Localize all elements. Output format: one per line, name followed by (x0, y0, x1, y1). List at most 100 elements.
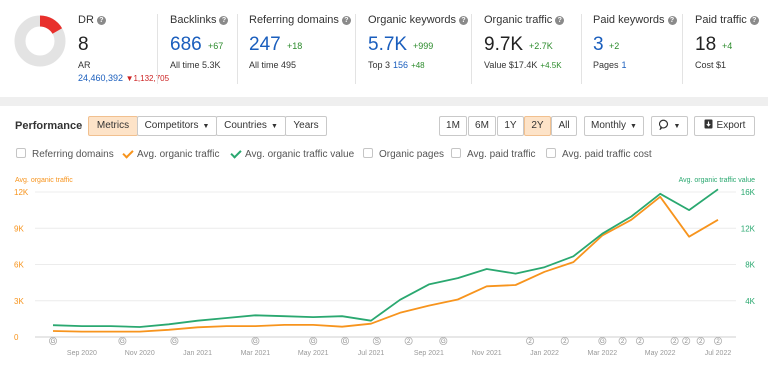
referring-domains-sub-value: 495 (281, 60, 297, 70)
annotation-marker: G (118, 336, 127, 345)
backlinks-sub-value: 5.3K (202, 60, 221, 70)
metric-referring-domains[interactable]: Referring domains? 247 +18 All time 495 (249, 14, 351, 70)
paid-keywords-title: Paid keywords (593, 14, 665, 26)
pages-label: Pages (593, 60, 619, 70)
metric-paid-traffic[interactable]: Paid traffic? 18 +4 Cost $1 (695, 14, 759, 70)
referring-domains-sub-label: All time (249, 60, 279, 70)
x-tick-label: May 2021 (298, 350, 329, 357)
pages-value: 1 (621, 60, 627, 70)
organic-traffic-delta: +2.7K (529, 41, 553, 51)
backlinks-title: Backlinks (170, 14, 217, 26)
annotation-marker: 2 (560, 336, 569, 345)
annotation-label: G (172, 339, 177, 345)
y-right-tick-label: 8K (745, 261, 755, 270)
annotation-marker: 2 (670, 336, 679, 345)
annotation-marker: 2 (682, 336, 691, 345)
annotation-marker: S (372, 336, 381, 345)
paid-traffic-title: Paid traffic (695, 14, 747, 26)
y-left-tick-label: 9K (14, 224, 24, 233)
cost-label: Cost (695, 60, 714, 70)
annotation-label: G (600, 339, 605, 345)
y-left-tick-label: 3K (14, 297, 24, 306)
divider (682, 14, 683, 84)
x-tick-label: Mar 2021 (241, 350, 271, 357)
referring-domains-title: Referring domains (249, 14, 339, 26)
divider (237, 14, 238, 84)
info-icon[interactable]: ? (341, 16, 351, 25)
info-icon[interactable]: ? (219, 16, 229, 25)
performance-panel: Performance Metrics Competitors ▼ Countri… (0, 106, 768, 373)
cost-value: $1 (716, 60, 727, 70)
info-icon[interactable]: ? (555, 16, 565, 25)
referring-domains-value[interactable]: 247 (249, 34, 281, 56)
ar-label: AR (78, 60, 91, 70)
annotation-marker: G (49, 336, 58, 345)
x-tick-label: Nov 2021 (472, 350, 502, 357)
organic-keywords-delta: +999 (413, 41, 434, 51)
divider (355, 14, 356, 84)
info-icon[interactable]: ? (96, 16, 106, 25)
annotation-marker: 2 (618, 336, 627, 345)
divider (157, 14, 158, 84)
y-left-tick-label: 12K (14, 188, 29, 197)
annotation-marker: 2 (714, 336, 723, 345)
x-tick-label: Jul 2022 (705, 350, 732, 357)
x-tick-label: Jul 2021 (358, 350, 385, 357)
x-tick-label: Nov 2020 (125, 350, 155, 357)
paid-traffic-value: 18 (695, 34, 717, 55)
x-tick-label: Sep 2020 (67, 350, 97, 357)
info-icon[interactable]: ? (459, 16, 469, 25)
dr-donut-chart (14, 15, 66, 67)
backlinks-delta: +67 (208, 41, 224, 51)
x-tick-label: Sep 2021 (414, 350, 444, 357)
annotation-marker: G (439, 336, 448, 345)
x-tick-label: Jan 2021 (183, 350, 212, 357)
paid-keywords-delta: +2 (609, 41, 620, 51)
annotation-label: G (120, 339, 125, 345)
metric-dr[interactable]: DR? 8 AR 24,460,392 ▼1,132,705 (78, 14, 169, 83)
annotation-marker: 2 (404, 336, 413, 345)
x-tick-label: Jan 2022 (530, 350, 559, 357)
metric-organic-traffic[interactable]: Organic traffic? 9.7K +2.7K Value $17.4K… (484, 14, 565, 70)
metric-organic-keywords[interactable]: Organic keywords? 5.7K +999 Top 3 156 +48 (368, 14, 469, 70)
top3-value: 156 (393, 60, 409, 70)
info-icon[interactable]: ? (667, 16, 677, 25)
annotation-label: G (441, 339, 446, 345)
info-icon[interactable]: ? (749, 16, 759, 25)
ar-delta-down: ▼1,132,705 (125, 74, 170, 83)
metric-paid-keywords[interactable]: Paid keywords? 3 +2 Pages 1 (593, 14, 677, 70)
y-right-tick-label: 16K (741, 188, 756, 197)
x-tick-label: Mar 2022 (588, 350, 618, 357)
paid-keywords-value[interactable]: 3 (593, 34, 604, 56)
top3-label: Top 3 (368, 60, 391, 70)
organic-traffic-value: 9.7K (484, 34, 524, 55)
metrics-bar: DR? 8 AR 24,460,392 ▼1,132,705 Backlinks… (0, 0, 768, 97)
metric-backlinks[interactable]: Backlinks? 686 +67 All time 5.3K (170, 14, 229, 70)
annotation-label: S (375, 339, 379, 345)
annotation-marker: G (598, 336, 607, 345)
y-left-tick-label: 6K (14, 261, 24, 270)
organic-keywords-title: Organic keywords (368, 14, 457, 26)
dr-title: DR (78, 14, 94, 26)
annotation-label: G (343, 339, 348, 345)
y-right-tick-label: 4K (745, 297, 755, 306)
annotation-marker: G (170, 336, 179, 345)
top3-delta: +48 (411, 61, 425, 70)
performance-chart[interactable]: 0 3K 6K 9K 12K 4K 8K 12K 16K Sep 2020 Nov 2020 Ja… (0, 106, 768, 373)
annotation-marker: 2 (526, 336, 535, 345)
annotation-label: G (311, 339, 316, 345)
ar-value[interactable]: 24,460,392 (78, 73, 123, 83)
paid-traffic-delta: +4 (722, 41, 733, 51)
annotation-label: G (253, 339, 258, 345)
organic-keywords-value[interactable]: 5.7K (368, 34, 407, 56)
backlinks-value[interactable]: 686 (170, 34, 202, 56)
annotation-marker: 2 (696, 336, 705, 345)
value-amount: $17.4K (508, 60, 538, 70)
y-left-tick-label: 0 (14, 333, 19, 342)
value-delta: +4.5K (540, 61, 562, 70)
annotation-marker: G (309, 336, 318, 345)
backlinks-sub-label: All time (170, 60, 200, 70)
dr-value: 8 (78, 34, 89, 55)
annotation-marker: 2 (635, 336, 644, 345)
x-tick-label: May 2022 (645, 350, 676, 357)
